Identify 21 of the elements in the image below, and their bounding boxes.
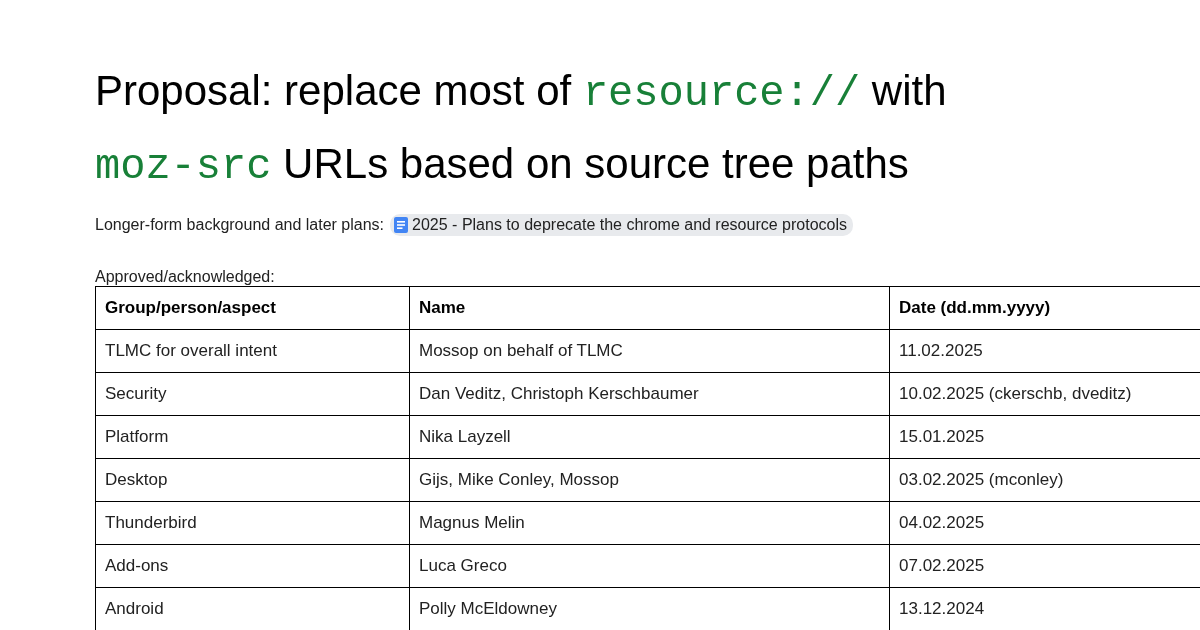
column-header: Group/person/aspect [95, 286, 410, 330]
table-caption: Approved/acknowledged: [95, 268, 276, 286]
document-title: Proposal: replace most of resource:// with moz-src URLs based on source tree paths [95, 66, 948, 193]
table-cell: Dan Veditz, Christoph Kerschbaumer [409, 372, 890, 416]
column-header: Date (dd.mm.yyyy) [889, 286, 1200, 330]
table-cell: Nika Layzell [409, 415, 890, 459]
background-label: Longer-form background and later plans: [95, 216, 385, 234]
table-cell: Security [95, 372, 410, 416]
table-cell: TLMC for overall intent [95, 329, 410, 373]
column-header: Name [409, 286, 890, 330]
document-link-chip[interactable]: 2025 - Plans to deprecate the chrome and resource protocols [390, 214, 853, 236]
table-cell: Desktop [95, 458, 410, 502]
table-cell: Thunderbird [95, 501, 410, 545]
table-cell: Magnus Melin [409, 501, 890, 545]
table-cell: Add-ons [95, 544, 410, 588]
table-cell: Gijs, Mike Conley, Mossop [409, 458, 890, 502]
table-cell: Mossop on behalf of TLMC [409, 329, 890, 373]
document-icon [394, 217, 409, 233]
table-cell: Android [95, 587, 410, 630]
table-cell: Platform [95, 415, 410, 459]
table-cell: Luca Greco [409, 544, 890, 588]
